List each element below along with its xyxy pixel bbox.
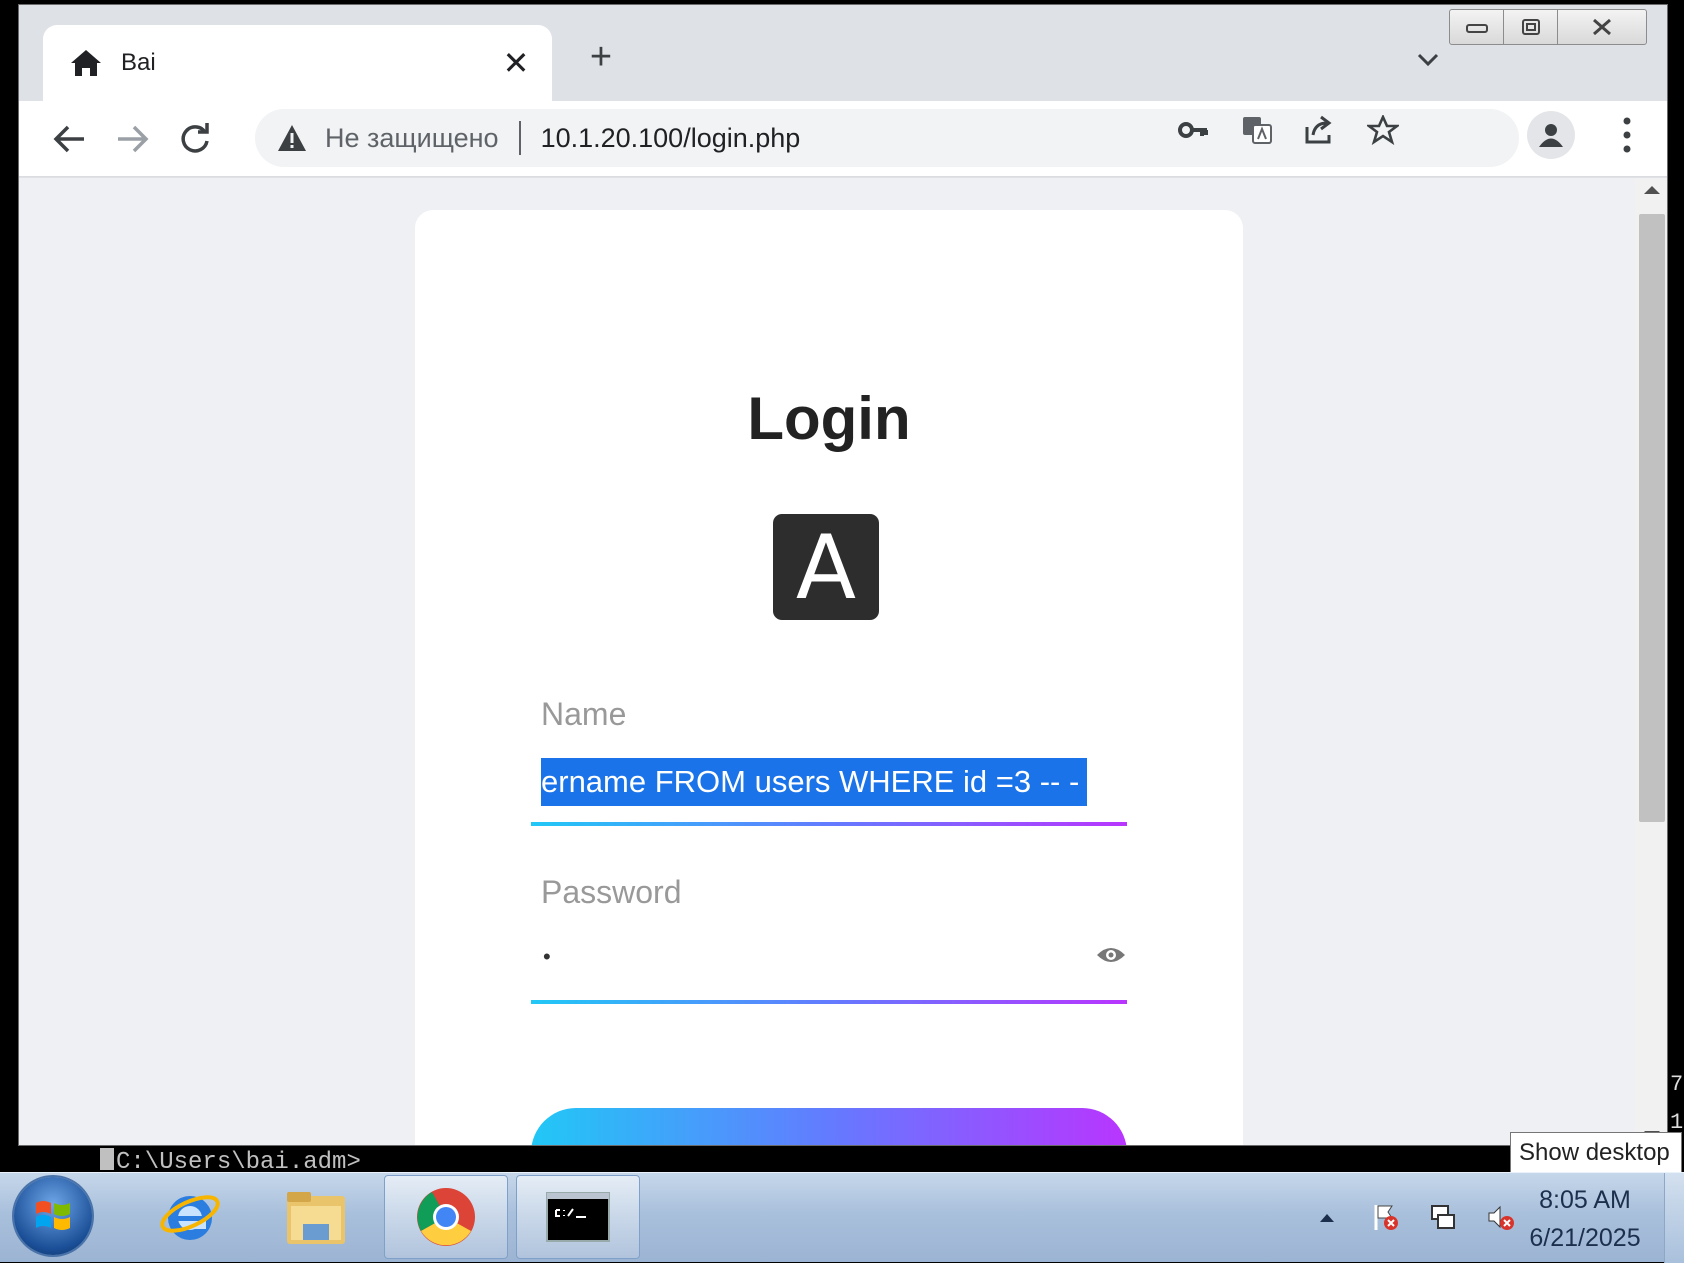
show-password-eye-icon[interactable] <box>1096 944 1126 966</box>
tab-search-chevron-icon[interactable] <box>1413 45 1443 75</box>
tab-close-button[interactable]: ✕ <box>500 47 532 79</box>
show-desktop-button[interactable] <box>1664 1173 1684 1263</box>
avatar-icon <box>1539 124 1563 147</box>
command-prompt-icon <box>546 1192 610 1242</box>
restore-button[interactable] <box>1504 10 1558 44</box>
browser-tab[interactable]: Bai ✕ <box>43 25 552 101</box>
clock-date: 6/21/2025 <box>1529 1224 1641 1252</box>
taskbar-command-prompt[interactable] <box>516 1175 640 1259</box>
taskbar-chrome[interactable] <box>384 1175 508 1259</box>
system-tray <box>1312 1197 1516 1237</box>
windows-logo-icon <box>36 1201 70 1230</box>
page-viewport: Login A Name ername FROM users WHERE id … <box>19 178 1667 1145</box>
internet-explorer-icon <box>160 1195 220 1240</box>
reload-button[interactable] <box>173 117 217 161</box>
translate-icon[interactable] <box>1241 115 1273 145</box>
volume-muted-icon[interactable] <box>1486 1202 1516 1232</box>
more-menu-icon[interactable] <box>1617 115 1637 155</box>
profile-button[interactable] <box>1527 111 1575 159</box>
show-hidden-icons-icon[interactable] <box>1312 1202 1342 1232</box>
login-submit-button[interactable] <box>531 1108 1127 1145</box>
console-side-text: 7 1 <box>1670 1066 1683 1142</box>
tab-title: Bai <box>121 49 156 76</box>
console-digit: 7 <box>1670 1072 1684 1097</box>
password-underline <box>531 1000 1127 1004</box>
name-underline <box>531 822 1127 826</box>
forward-arrow-icon <box>118 125 149 153</box>
desktop: Bai ✕ + Не защищено 10.1.20.100/login.ph… <box>0 0 1684 1263</box>
name-input-selected-text: ername FROM users WHERE id =3 -- - <box>541 758 1088 806</box>
taskbar-internet-explorer[interactable] <box>128 1175 252 1259</box>
password-input[interactable]: • <box>543 944 551 970</box>
page-title: Login <box>747 385 911 452</box>
name-input[interactable]: ername FROM users WHERE id =3 -- - <box>541 758 1111 806</box>
warning-icon <box>278 125 306 151</box>
bookmark-star-icon[interactable] <box>1367 115 1399 145</box>
vertical-scrollbar[interactable] <box>1635 178 1667 1145</box>
restore-icon <box>1521 19 1540 35</box>
close-icon <box>1593 18 1611 36</box>
back-button[interactable] <box>47 117 91 161</box>
minimize-icon <box>1465 24 1488 33</box>
taskbar-file-explorer[interactable] <box>254 1175 378 1259</box>
login-card: Login A Name ername FROM users WHERE id … <box>415 210 1243 1145</box>
network-icon[interactable] <box>1428 1202 1458 1232</box>
security-status[interactable]: Не защищено <box>325 123 499 154</box>
address-separator <box>518 121 521 155</box>
clock-time: 8:05 AM <box>1539 1186 1631 1214</box>
scroll-thumb[interactable] <box>1639 214 1665 822</box>
password-field[interactable]: • <box>531 922 1127 994</box>
new-tab-button[interactable]: + <box>581 37 621 77</box>
start-button[interactable] <box>14 1177 92 1255</box>
browser-toolbar: Не защищено 10.1.20.100/login.php <box>19 101 1667 177</box>
window-controls <box>1449 9 1647 45</box>
action-center-flag-icon[interactable] <box>1370 1202 1400 1232</box>
folder-icon <box>287 1192 345 1244</box>
home-icon <box>71 50 101 76</box>
taskbar: 8:05 AM 6/21/2025 <box>0 1172 1684 1263</box>
name-field[interactable]: ername FROM users WHERE id =3 -- - <box>531 746 1127 818</box>
scroll-up-arrow-icon[interactable] <box>1644 186 1660 194</box>
browser-window: Bai ✕ + Не защищено 10.1.20.100/login.ph… <box>18 4 1668 1146</box>
key-icon[interactable] <box>1177 115 1209 145</box>
show-desktop-tooltip: Show desktop <box>1510 1132 1682 1174</box>
forward-button[interactable] <box>111 117 155 161</box>
reload-icon <box>181 123 209 153</box>
name-label: Name <box>541 696 627 732</box>
url-text[interactable]: 10.1.20.100/login.php <box>541 123 801 154</box>
share-icon[interactable] <box>1303 115 1335 145</box>
close-window-button[interactable] <box>1558 10 1646 44</box>
console-cursor <box>100 1148 114 1170</box>
password-label: Password <box>541 874 682 910</box>
system-clock[interactable]: 8:05 AM 6/21/2025 <box>1520 1181 1650 1257</box>
minimize-button[interactable] <box>1450 10 1504 44</box>
logo: A <box>773 514 879 620</box>
back-arrow-icon <box>53 125 84 153</box>
chrome-icon <box>417 1188 475 1246</box>
